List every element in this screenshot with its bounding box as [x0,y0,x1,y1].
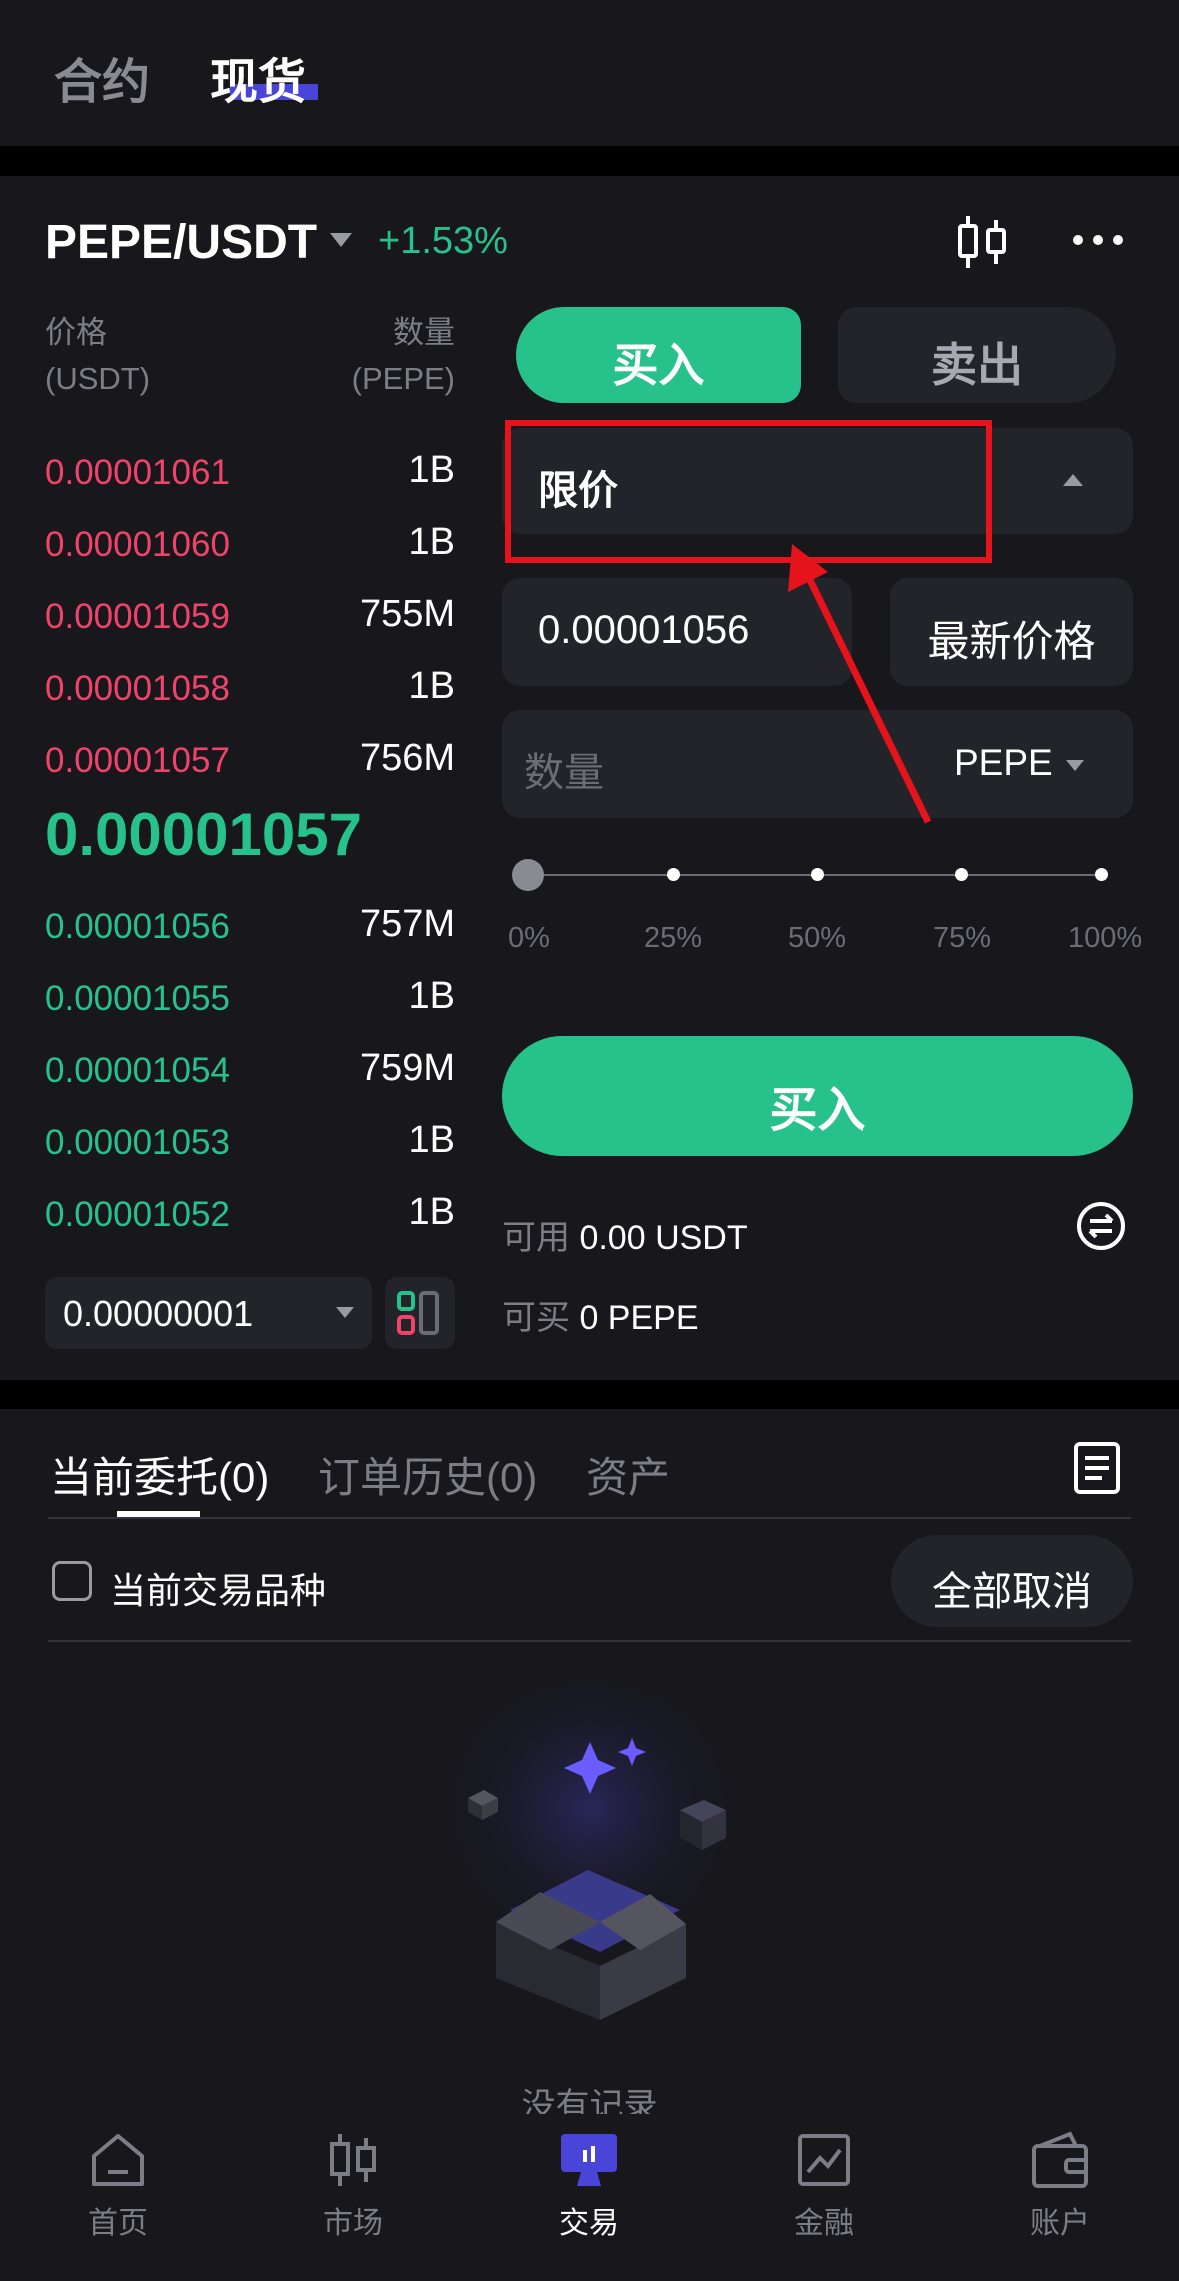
buy-button[interactable]: 买入 [502,1036,1133,1156]
bid-row[interactable]: 0.00001056 757M [45,903,455,953]
nav-finance[interactable]: 金融 [744,2130,904,2242]
more-icon[interactable] [1070,225,1126,255]
ask-row[interactable]: 0.00001058 1B [45,665,455,715]
last-price[interactable]: 0.00001057 [45,800,362,869]
slider-step[interactable] [955,868,968,881]
empty-box-illustration [440,1680,750,2020]
current-pair-checkbox[interactable] [52,1561,92,1601]
nav-account[interactable]: 账户 [980,2130,1140,2242]
tab-assets[interactable]: 资产 [586,1444,670,1505]
annotation-arrow [788,544,932,824]
pair-change: +1.53% [378,220,508,262]
current-pair-label: 当前交易品种 [110,1570,327,1611]
ask-row[interactable]: 0.00001059 755M [45,593,455,643]
slider-label: 100% [1068,922,1143,954]
tab-order-history[interactable]: 订单历史(0) [318,1444,537,1505]
nav-market[interactable]: 市场 [273,2130,433,2242]
top-bar [0,0,1179,146]
candlestick-icon[interactable] [950,210,1014,274]
sell-side-tab[interactable]: 卖出 [838,307,1116,403]
tab-spot[interactable]: 现货 [210,42,306,112]
slider-label: 50% [788,922,847,954]
slider-label: 75% [933,922,992,954]
bid-row[interactable]: 0.00001052 1B [45,1191,455,1241]
slider-handle[interactable] [512,859,544,891]
document-icon[interactable] [1072,1440,1122,1496]
nav-home[interactable]: 首页 [38,2130,198,2242]
home-icon [92,2134,144,2186]
orderbook-layout-toggle[interactable] [385,1277,455,1349]
divider [48,1640,1131,1642]
wallet-icon [1032,2131,1088,2188]
price-header: 价格 (USDT) [45,315,151,396]
slider-label: 0% [508,922,550,954]
chevron-down-icon [336,1307,354,1318]
bid-row[interactable]: 0.00001053 1B [45,1119,455,1169]
ask-row[interactable]: 0.00001061 1B [45,449,455,499]
tab-open-orders[interactable]: 当前委托(0) [50,1444,269,1505]
trade-icon [561,2134,617,2186]
nav-trade[interactable]: 交易 [509,2130,669,2242]
pair-selector[interactable]: PEPE/USDT [45,215,317,270]
slider-step[interactable] [811,868,824,881]
bid-row[interactable]: 0.00001055 1B [45,975,455,1025]
layout-icon [397,1291,439,1335]
ask-row[interactable]: 0.00001057 756M [45,737,455,787]
chevron-down-icon [1066,760,1084,771]
divider [48,1517,1131,1519]
cancel-all-button[interactable]: 全部取消 [891,1535,1133,1627]
slider-step[interactable] [1095,868,1108,881]
available-balance: 可用 0.00 USDT [502,1219,748,1257]
bid-row[interactable]: 0.00001054 759M [45,1047,455,1097]
slider-label: 25% [644,922,703,954]
max-buy: 可买 0 PEPE [502,1299,699,1337]
tab-futures[interactable]: 合约 [54,42,150,112]
qty-header: 数量 (PEPE) [351,315,455,396]
candlestick-icon [330,2134,376,2186]
buy-side-tab[interactable]: 买入 [516,307,801,403]
chart-icon [798,2134,850,2186]
slider-step[interactable] [667,868,680,881]
ask-row[interactable]: 0.00001060 1B [45,521,455,571]
precision-select[interactable]: 0.00000001 [45,1277,372,1349]
chevron-up-icon [1063,474,1083,486]
chevron-down-icon[interactable] [330,233,352,247]
transfer-icon[interactable] [1076,1201,1126,1251]
